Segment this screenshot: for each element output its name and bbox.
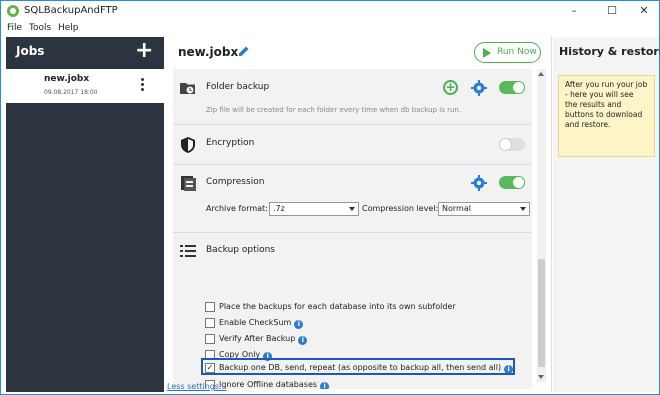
job-settings-panel: new.jobx Run Now Folder backup Zip file … <box>165 37 552 392</box>
job-name: new.jobx <box>44 74 90 84</box>
compression-level-value: Normal <box>442 204 471 213</box>
menu-bar: File Tools Help <box>1 22 659 36</box>
job-title: new.jobx <box>178 45 239 59</box>
compression-icon <box>181 176 196 191</box>
sidebar-header: Jobs + <box>6 37 164 65</box>
archive-format-value: .7z <box>273 204 285 213</box>
info-icon[interactable]: i <box>294 320 304 329</box>
encryption-title: Encryption <box>206 138 255 148</box>
option-label-wrap: Ignore Offline databases i <box>219 380 330 389</box>
option-label: Ignore Offline databases <box>219 380 318 389</box>
history-panel: History & restore After you run your job… <box>553 37 660 392</box>
app-logo-icon <box>7 5 19 17</box>
history-note: After you run your job - here you will s… <box>558 75 655 157</box>
chevron-down-icon <box>520 207 526 211</box>
run-now-label: Run Now <box>497 47 537 57</box>
compression-title: Compression <box>206 177 265 187</box>
vertical-scrollbar[interactable] <box>537 69 546 382</box>
option-checkbox[interactable] <box>205 334 215 344</box>
option-checkbox[interactable] <box>205 318 215 328</box>
compression-toggle[interactable] <box>499 176 525 189</box>
window-title: SQLBackupAndFTP <box>24 5 118 16</box>
chevron-down-icon <box>349 207 355 211</box>
encryption-toggle[interactable] <box>499 138 525 151</box>
app-window: SQLBackupAndFTP – ☐ ✕ File Tools Help Jo… <box>0 0 660 395</box>
add-job-button[interactable]: + <box>135 40 153 62</box>
option-label-wrap: Enable CheckSum i <box>219 318 304 329</box>
run-now-button[interactable]: Run Now <box>474 42 541 63</box>
job-date: 09.08.2017 18:00 <box>44 89 98 96</box>
folder-icon <box>180 83 195 94</box>
minimize-button[interactable]: – <box>557 1 591 22</box>
folder-backup-subtitle: Zip file will be created for each folder… <box>206 106 462 114</box>
history-title: History & restore <box>559 45 660 58</box>
encryption-section: Encryption <box>173 125 532 165</box>
menu-tools[interactable]: Tools <box>29 23 51 33</box>
settings-scroll-area: Folder backup Zip file will be created f… <box>173 69 532 389</box>
scroll-thumb[interactable] <box>538 259 545 367</box>
menu-file[interactable]: File <box>7 23 22 33</box>
title-bar: SQLBackupAndFTP – ☐ ✕ <box>1 1 659 22</box>
option-label: Enable CheckSum <box>219 318 292 327</box>
backup-options-title: Backup options <box>206 245 275 255</box>
compression-settings-gear-icon[interactable] <box>471 175 487 191</box>
add-folder-button[interactable]: + <box>443 80 458 95</box>
compression-level-label: Compression level: <box>362 204 439 213</box>
maximize-button[interactable]: ☐ <box>595 1 629 22</box>
compression-section: Compression Archive format: .7z Compress… <box>173 165 532 233</box>
play-icon <box>483 48 491 58</box>
option-label: Verify After Backup <box>219 334 296 343</box>
folder-settings-gear-icon[interactable] <box>471 80 487 96</box>
close-button[interactable]: ✕ <box>627 1 660 22</box>
highlight-frame <box>201 358 515 375</box>
less-settings-link[interactable]: Less settings... <box>167 382 227 391</box>
option-checkbox[interactable] <box>205 302 215 312</box>
archive-format-select[interactable]: .7z <box>269 202 359 216</box>
folder-backup-toggle[interactable] <box>499 81 525 94</box>
info-icon[interactable]: i <box>298 336 308 345</box>
jobs-title: Jobs <box>16 44 45 58</box>
edit-pencil-icon[interactable] <box>238 45 250 57</box>
job-header: new.jobx Run Now <box>165 37 552 69</box>
scroll-up-icon[interactable] <box>538 72 544 76</box>
menu-help[interactable]: Help <box>58 23 79 33</box>
folder-backup-section: Folder backup Zip file will be created f… <box>173 69 532 125</box>
option-label: Place the backups for each database into… <box>219 302 456 311</box>
shield-icon <box>181 137 195 153</box>
scroll-down-icon[interactable] <box>538 375 544 379</box>
archive-format-label: Archive format: <box>206 204 268 213</box>
job-list-item[interactable]: new.jobx 09.08.2017 18:00 <box>6 69 164 103</box>
list-options-icon <box>180 245 196 257</box>
job-menu-icon[interactable] <box>141 78 145 94</box>
compression-level-select[interactable]: Normal <box>438 202 530 216</box>
info-icon[interactable]: i <box>320 382 330 389</box>
option-label-wrap: Verify After Backup i <box>219 334 308 345</box>
jobs-sidebar: Jobs + new.jobx 09.08.2017 18:00 <box>6 37 164 392</box>
folder-backup-title: Folder backup <box>206 82 270 92</box>
